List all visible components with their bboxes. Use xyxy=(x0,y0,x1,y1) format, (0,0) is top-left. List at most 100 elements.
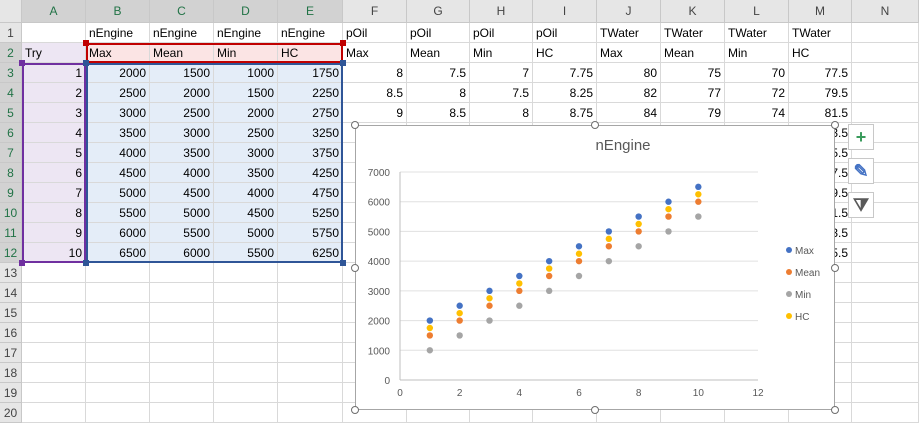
column-header-f[interactable]: F xyxy=(343,0,407,23)
row-header-17[interactable]: 17 xyxy=(0,343,22,363)
cell-a8[interactable]: 6 xyxy=(22,163,86,183)
cell-b13[interactable] xyxy=(86,263,150,283)
cell-d11[interactable]: 5000 xyxy=(214,223,278,243)
x-values-range-corner-handle[interactable] xyxy=(19,60,25,66)
cell-e11[interactable]: 5750 xyxy=(278,223,343,243)
cell-a3[interactable]: 1 xyxy=(22,63,86,83)
cell-i1[interactable]: pOil xyxy=(533,23,597,43)
cell-a2[interactable]: Try xyxy=(22,43,86,63)
cell-h2[interactable]: Min xyxy=(470,43,533,63)
cell-a17[interactable] xyxy=(22,343,86,363)
cell-d16[interactable] xyxy=(214,323,278,343)
cell-c13[interactable] xyxy=(150,263,214,283)
cell-d7[interactable]: 3000 xyxy=(214,143,278,163)
cell-n17[interactable] xyxy=(852,343,919,363)
cell-d5[interactable]: 2000 xyxy=(214,103,278,123)
column-header-j[interactable]: J xyxy=(597,0,661,23)
cell-n13[interactable] xyxy=(852,263,919,283)
cell-b5[interactable]: 3000 xyxy=(86,103,150,123)
column-header-l[interactable]: L xyxy=(725,0,789,23)
cell-a4[interactable]: 2 xyxy=(22,83,86,103)
cell-n14[interactable] xyxy=(852,283,919,303)
cell-j1[interactable]: TWater xyxy=(597,23,661,43)
row-header-16[interactable]: 16 xyxy=(0,323,22,343)
cell-e13[interactable] xyxy=(278,263,343,283)
cell-a6[interactable]: 4 xyxy=(22,123,86,143)
row-header-20[interactable]: 20 xyxy=(0,403,22,423)
cell-a7[interactable]: 5 xyxy=(22,143,86,163)
cell-l5[interactable]: 74 xyxy=(725,103,789,123)
cell-d15[interactable] xyxy=(214,303,278,323)
cell-a5[interactable]: 3 xyxy=(22,103,86,123)
row-header-19[interactable]: 19 xyxy=(0,383,22,403)
cell-b11[interactable]: 6000 xyxy=(86,223,150,243)
cell-e14[interactable] xyxy=(278,283,343,303)
cell-a1[interactable] xyxy=(22,23,86,43)
y-values-range-corner-handle[interactable] xyxy=(83,60,89,66)
series-name-range-corner-handle[interactable] xyxy=(340,40,346,46)
cell-i2[interactable]: HC xyxy=(533,43,597,63)
cell-a19[interactable] xyxy=(22,383,86,403)
row-header-6[interactable]: 6 xyxy=(0,123,22,143)
cell-c20[interactable] xyxy=(150,403,214,423)
cell-l4[interactable]: 72 xyxy=(725,83,789,103)
cell-n3[interactable] xyxy=(852,63,919,83)
cell-d10[interactable]: 4500 xyxy=(214,203,278,223)
cell-d4[interactable]: 1500 xyxy=(214,83,278,103)
cell-f1[interactable]: pOil xyxy=(343,23,407,43)
cell-h3[interactable]: 7 xyxy=(470,63,533,83)
cell-a12[interactable]: 10 xyxy=(22,243,86,263)
cell-m3[interactable]: 77.5 xyxy=(789,63,852,83)
cell-a15[interactable] xyxy=(22,303,86,323)
cell-e8[interactable]: 4250 xyxy=(278,163,343,183)
chart-side-button-0[interactable]: + xyxy=(848,124,874,150)
cell-d14[interactable] xyxy=(214,283,278,303)
cell-g3[interactable]: 7.5 xyxy=(407,63,470,83)
cell-d19[interactable] xyxy=(214,383,278,403)
cell-k4[interactable]: 77 xyxy=(661,83,725,103)
cell-h1[interactable]: pOil xyxy=(470,23,533,43)
cell-b6[interactable]: 3500 xyxy=(86,123,150,143)
cell-c17[interactable] xyxy=(150,343,214,363)
row-header-1[interactable]: 1 xyxy=(0,23,22,43)
column-header-c[interactable]: C xyxy=(150,0,214,23)
cell-c3[interactable]: 1500 xyxy=(150,63,214,83)
cell-g4[interactable]: 8 xyxy=(407,83,470,103)
cell-n19[interactable] xyxy=(852,383,919,403)
row-header-18[interactable]: 18 xyxy=(0,363,22,383)
cell-c11[interactable]: 5500 xyxy=(150,223,214,243)
cell-h5[interactable]: 8 xyxy=(470,103,533,123)
cell-c16[interactable] xyxy=(150,323,214,343)
cell-l1[interactable]: TWater xyxy=(725,23,789,43)
cell-f5[interactable]: 9 xyxy=(343,103,407,123)
cell-d9[interactable]: 4000 xyxy=(214,183,278,203)
cell-d13[interactable] xyxy=(214,263,278,283)
column-header-m[interactable]: M xyxy=(789,0,852,23)
cell-a18[interactable] xyxy=(22,363,86,383)
cell-e3[interactable]: 1750 xyxy=(278,63,343,83)
x-values-range-corner-handle[interactable] xyxy=(19,260,25,266)
cell-b10[interactable]: 5500 xyxy=(86,203,150,223)
column-header-i[interactable]: I xyxy=(533,0,597,23)
column-header-b[interactable]: B xyxy=(86,0,150,23)
cell-n16[interactable] xyxy=(852,323,919,343)
cell-c4[interactable]: 2000 xyxy=(150,83,214,103)
column-header-h[interactable]: H xyxy=(470,0,533,23)
cell-d1[interactable]: nEngine xyxy=(214,23,278,43)
cell-d20[interactable] xyxy=(214,403,278,423)
cell-e10[interactable]: 5250 xyxy=(278,203,343,223)
cell-b15[interactable] xyxy=(86,303,150,323)
cell-b19[interactable] xyxy=(86,383,150,403)
y-values-range-corner-handle[interactable] xyxy=(83,260,89,266)
cell-c15[interactable] xyxy=(150,303,214,323)
cell-n18[interactable] xyxy=(852,363,919,383)
cell-e5[interactable]: 2750 xyxy=(278,103,343,123)
cell-c12[interactable]: 6000 xyxy=(150,243,214,263)
cell-a20[interactable] xyxy=(22,403,86,423)
cell-i4[interactable]: 8.25 xyxy=(533,83,597,103)
cell-c18[interactable] xyxy=(150,363,214,383)
cell-e9[interactable]: 4750 xyxy=(278,183,343,203)
cell-k3[interactable]: 75 xyxy=(661,63,725,83)
cell-m5[interactable]: 81.5 xyxy=(789,103,852,123)
cell-c7[interactable]: 3500 xyxy=(150,143,214,163)
